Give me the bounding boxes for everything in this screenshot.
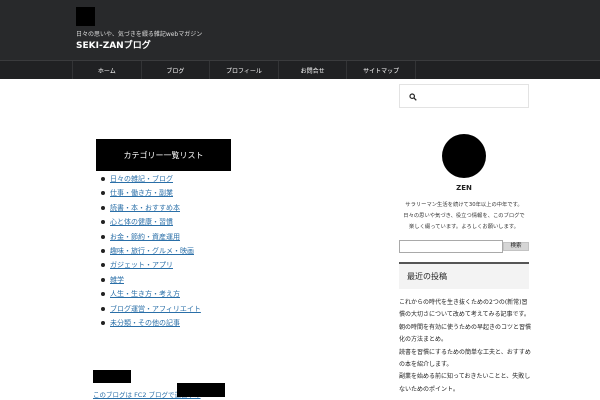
recent-posts: これからの時代を生き抜くための2つの(新常)習慣の大切さについて改めて考えてみる…	[399, 297, 531, 396]
category-link[interactable]: 心と体の健康・習慣	[110, 218, 173, 226]
sidebar-search-field[interactable]	[399, 240, 503, 253]
recent-post-link[interactable]: 副業を始める前に知っておきたいことと、失敗しないためのポイント。	[399, 371, 531, 396]
category-link[interactable]: 人生・生き方・考え方	[110, 290, 180, 298]
recent-post-link[interactable]: これからの時代を生き抜くための2つの(新常)習慣の大切さについて改めて考えてみる…	[399, 297, 531, 322]
recent-post-link[interactable]: 読書を習慣にするための簡単な工夫と、おすすめの本を紹介します。	[399, 347, 531, 372]
category-heading: カテゴリー一覧リスト	[96, 139, 231, 171]
site-logo[interactable]	[76, 7, 95, 26]
category-link[interactable]: 読書・本・おすすめ本	[110, 204, 180, 212]
list-item: 心と体の健康・習慣	[101, 215, 201, 229]
list-item: 雑学	[101, 273, 201, 287]
banner-image	[93, 370, 131, 383]
global-nav: ホーム ブログ プロフィール お問合せ サイトマップ	[0, 60, 600, 79]
recent-posts-heading: 最近の投稿	[399, 262, 529, 289]
list-item: お金・節約・資産運用	[101, 230, 201, 244]
list-item: 仕事・働き方・副業	[101, 186, 201, 200]
list-item: 未分類・その他の記事	[101, 316, 201, 330]
recent-post-link[interactable]: 朝の時間を有効に使うための早起きのコツと習慣化の方法まとめ。	[399, 322, 531, 347]
list-item: 人生・生き方・考え方	[101, 287, 201, 301]
list-item: ブログ運営・アフィリエイト	[101, 302, 201, 316]
list-item: ガジェット・アプリ	[101, 258, 201, 272]
nav-item-blog[interactable]: ブログ	[140, 61, 210, 79]
site-header: 日々の思いや、気づきを綴る雑記webマガジン SEKI-ZANブログ	[0, 0, 600, 60]
category-link[interactable]: ガジェット・アプリ	[110, 261, 173, 269]
category-link[interactable]: お金・節約・資産運用	[110, 233, 180, 241]
profile-name: ZEN	[456, 184, 472, 192]
search-button[interactable]: 検索	[503, 242, 529, 251]
site-tagline: 日々の思いや、気づきを綴る雑記webマガジン	[76, 31, 203, 38]
banner-image[interactable]	[177, 383, 225, 397]
profile-description: サラリーマン生活を続けて30年以上の中年です。日々の思いや気づき、役立つ情報を、…	[403, 202, 525, 230]
list-item: 日々の雑記・ブログ	[101, 172, 201, 186]
category-list: 日々の雑記・ブログ 仕事・働き方・副業 読書・本・おすすめ本 心と体の健康・習慣…	[101, 172, 201, 330]
nav-item-profile[interactable]: プロフィール	[209, 61, 278, 79]
search-icon	[409, 93, 417, 101]
search-input[interactable]	[399, 84, 529, 108]
category-link[interactable]: ブログ運営・アフィリエイト	[110, 305, 201, 313]
avatar	[442, 134, 486, 178]
category-link[interactable]: 日々の雑記・ブログ	[110, 175, 173, 183]
list-item: 趣味・旅行・グルメ・映画	[101, 244, 201, 258]
site-title[interactable]: SEKI-ZANブログ	[76, 38, 151, 51]
list-item: 読書・本・おすすめ本	[101, 201, 201, 215]
category-link[interactable]: 雑学	[110, 276, 124, 284]
category-link[interactable]: 未分類・その他の記事	[110, 319, 180, 327]
nav-item-sitemap[interactable]: サイトマップ	[346, 61, 416, 79]
category-link[interactable]: 仕事・働き方・副業	[110, 189, 173, 197]
nav-item-contact[interactable]: お問合せ	[277, 61, 347, 79]
nav-item-home[interactable]: ホーム	[72, 61, 141, 79]
category-link[interactable]: 趣味・旅行・グルメ・映画	[110, 247, 194, 255]
